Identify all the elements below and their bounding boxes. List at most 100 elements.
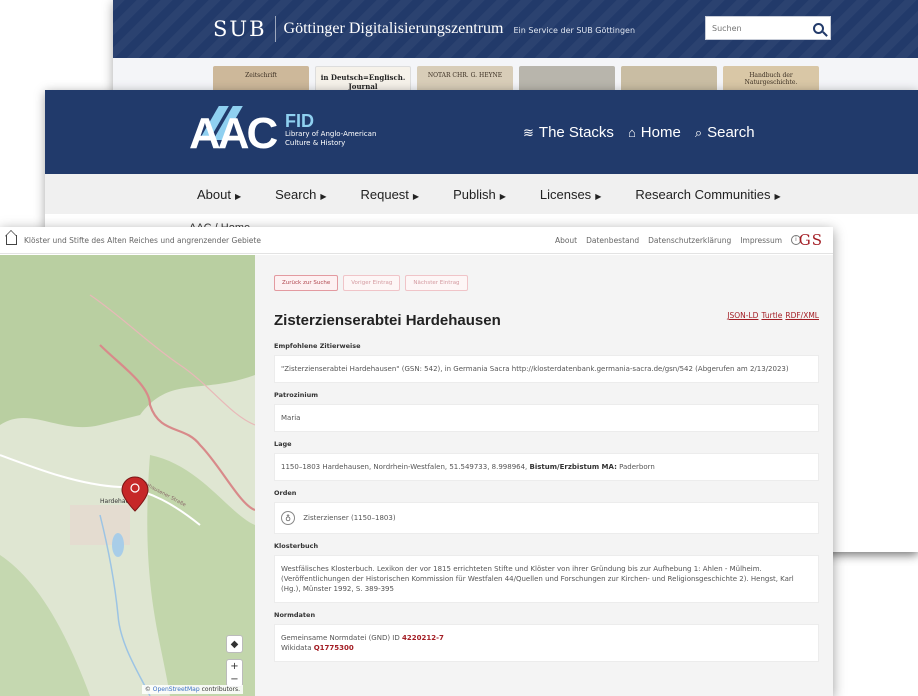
section-citation: Empfohlene Zitierweise "Zisterzienserabt… [274, 342, 819, 383]
layers-icon[interactable]: ◆ [226, 635, 243, 653]
section-label: Empfohlene Zitierweise [274, 342, 361, 350]
map-canvas[interactable]: Hardehausen Hardehausener Straße [0, 255, 255, 696]
sub-search-box [705, 16, 831, 40]
link-datenbestand[interactable]: Datenbestand [586, 236, 639, 245]
menu-publish[interactable]: Publish ▶ [453, 187, 506, 202]
gs-logo[interactable]: GS [799, 231, 823, 249]
bistum-value: Paderborn [619, 463, 655, 471]
zoom-in-button[interactable]: + [227, 660, 242, 673]
menu-label: About [197, 186, 231, 202]
section-lage: Lage 1150–1803 Hardehausen, Nordrhein-We… [274, 440, 819, 481]
sub-logo[interactable]: SUB [213, 17, 267, 41]
export-formats: JSON-LD Turtle RDF/XML [727, 311, 819, 320]
wikidata-row: Wikidata Q1775300 [281, 643, 812, 653]
map-panel[interactable]: Hardehausen Hardehausener Straße ◆ + − ©… [0, 255, 255, 696]
map-attribution: © OpenStreetMap contributors. [141, 685, 243, 694]
link-datenschutz[interactable]: Datenschutzerklärung [648, 236, 731, 245]
gnd-row: Gemeinsame Normdatei (GND) ID 4220212-7 [281, 633, 812, 643]
bistum-label: Bistum/Erzbistum MA: [529, 463, 617, 471]
menu-request[interactable]: Request ▶ [361, 187, 420, 202]
section-label: Patrozinium [274, 391, 319, 399]
link-impressum[interactable]: Impressum [740, 236, 782, 245]
section-klosterbuch: Klosterbuch Westfälisches Klosterbuch. L… [274, 542, 819, 603]
gs-topbar: Klöster und Stifte des Alten Reiches und… [0, 227, 833, 254]
caret-right-icon: ▶ [774, 191, 781, 201]
nav-home[interactable]: ⌂ Home [628, 124, 681, 141]
aac-header: AAC FID Library of Anglo-American Cultur… [45, 90, 918, 174]
sub-header: SUB Göttinger Digitalisierungszentrum Ei… [113, 0, 918, 58]
section-label: Orden [274, 489, 297, 497]
aac-logo[interactable]: AAC FID Library of Anglo-American Cultur… [189, 106, 376, 156]
home-icon[interactable] [6, 235, 17, 245]
wikidata-label: Wikidata [281, 644, 312, 652]
turtle-link[interactable]: Turtle [761, 311, 782, 320]
search-icon[interactable] [813, 22, 824, 34]
record-panel: Zurück zur Suche Voriger Eintrag Nächste… [255, 255, 833, 696]
aac-logo-text: FID Library of Anglo-American Culture & … [285, 112, 376, 148]
gs-site-title[interactable]: Klöster und Stifte des Alten Reiches und… [24, 236, 261, 245]
menu-search[interactable]: Search ▶ [275, 187, 326, 202]
menu-licenses[interactable]: Licenses ▶ [540, 187, 601, 202]
nav-label: Home [640, 124, 681, 141]
section-normdaten: Normdaten Gemeinsame Normdatei (GND) ID … [274, 611, 819, 662]
lage-text: 1150–1803 Hardehausen, Nordrhein-Westfal… [281, 463, 528, 471]
attribution-prefix: © [144, 686, 151, 693]
caret-right-icon: ▶ [595, 191, 602, 201]
lage-value: 1150–1803 Hardehausen, Nordrhein-Westfal… [274, 453, 819, 481]
osm-link[interactable]: OpenStreetMap [153, 686, 200, 693]
section-label: Lage [274, 440, 292, 448]
menu-label: Request [360, 186, 409, 202]
attribution-suffix: contributors. [201, 686, 240, 693]
sub-search-input[interactable] [706, 23, 806, 33]
aac-main-menu: About ▶ Search ▶ Request ▶ Publish ▶ License… [45, 174, 918, 214]
divider [274, 16, 276, 42]
gs-top-links: About Datenbestand Datenschutzerklärung … [555, 235, 801, 245]
sub-service-note: Ein Service der SUB Göttingen [513, 26, 636, 35]
menu-research-communities[interactable]: Research Communities ▶ [635, 187, 780, 202]
patrozinium-value: Maria [274, 404, 819, 432]
caret-right-icon: ▶ [320, 191, 327, 201]
menu-label: Publish [453, 186, 496, 202]
jsonld-link[interactable]: JSON-LD [727, 311, 758, 320]
aac-logo-letters: AAC [189, 109, 278, 158]
menu-label: Licenses [539, 186, 592, 202]
orden-text: Zisterzienser (1150–1803) [303, 514, 396, 522]
section-patrozinium: Patrozinium Maria [274, 391, 819, 432]
page-title: Zisterzienserabtei Hardehausen [274, 312, 501, 329]
section-label: Klosterbuch [274, 542, 319, 550]
menu-about[interactable]: About ▶ [197, 187, 241, 202]
gnd-label: Gemeinsame Normdatei (GND) ID [281, 634, 400, 642]
wikidata-link[interactable]: Q1775300 [314, 644, 354, 652]
order-symbol-icon: ♁ [281, 511, 295, 525]
rdfxml-link[interactable]: RDF/XML [785, 311, 819, 320]
search-icon: ⌕ [694, 124, 703, 140]
back-to-search-button[interactable]: Zurück zur Suche [274, 275, 339, 291]
orden-value: ♁ Zisterzienser (1150–1803) [274, 502, 819, 534]
previous-entry-button[interactable]: Voriger Eintrag [343, 275, 401, 291]
zoom-control: + − [226, 659, 243, 687]
link-about[interactable]: About [555, 236, 577, 245]
stack-icon: ≋ [523, 124, 534, 140]
nav-label: Search [707, 124, 755, 141]
caret-right-icon: ▶ [234, 191, 242, 201]
title-row: Zisterzienserabtei Hardehausen JSON-LD T… [274, 310, 819, 334]
gs-window: Klöster und Stifte des Alten Reiches und… [0, 227, 833, 696]
caret-right-icon: ▶ [499, 191, 506, 201]
menu-label: Research Communities [635, 186, 771, 202]
nav-the-stacks[interactable]: ≋ The Stacks [523, 124, 614, 141]
sub-site-title[interactable]: Göttinger Digitalisierungszentrum [284, 20, 504, 38]
nav-label: The Stacks [538, 124, 614, 141]
gnd-link[interactable]: 4220212-7 [402, 634, 444, 642]
klosterbuch-text: Westfälisches Klosterbuch. Lexikon der v… [274, 555, 819, 603]
next-entry-button[interactable]: Nächster Eintrag [405, 275, 468, 291]
aac-logo-subtitle-1: Library of Anglo-American [285, 130, 377, 138]
nav-search[interactable]: ⌕ Search [695, 124, 755, 141]
screenshot-stage: SUB Göttinger Digitalisierungszentrum Ei… [0, 0, 918, 696]
section-label: Normdaten [274, 611, 316, 619]
citation-text: "Zisterzienserabtei Hardehausen" (GSN: 5… [274, 355, 819, 383]
aac-top-nav: ≋ The Stacks ⌂ Home ⌕ Search [523, 124, 755, 141]
home-icon: ⌂ [627, 125, 636, 140]
record-nav-buttons: Zurück zur Suche Voriger Eintrag Nächste… [274, 275, 819, 291]
aac-logo-fid: FID [285, 111, 314, 131]
menu-label: Search [275, 186, 317, 202]
